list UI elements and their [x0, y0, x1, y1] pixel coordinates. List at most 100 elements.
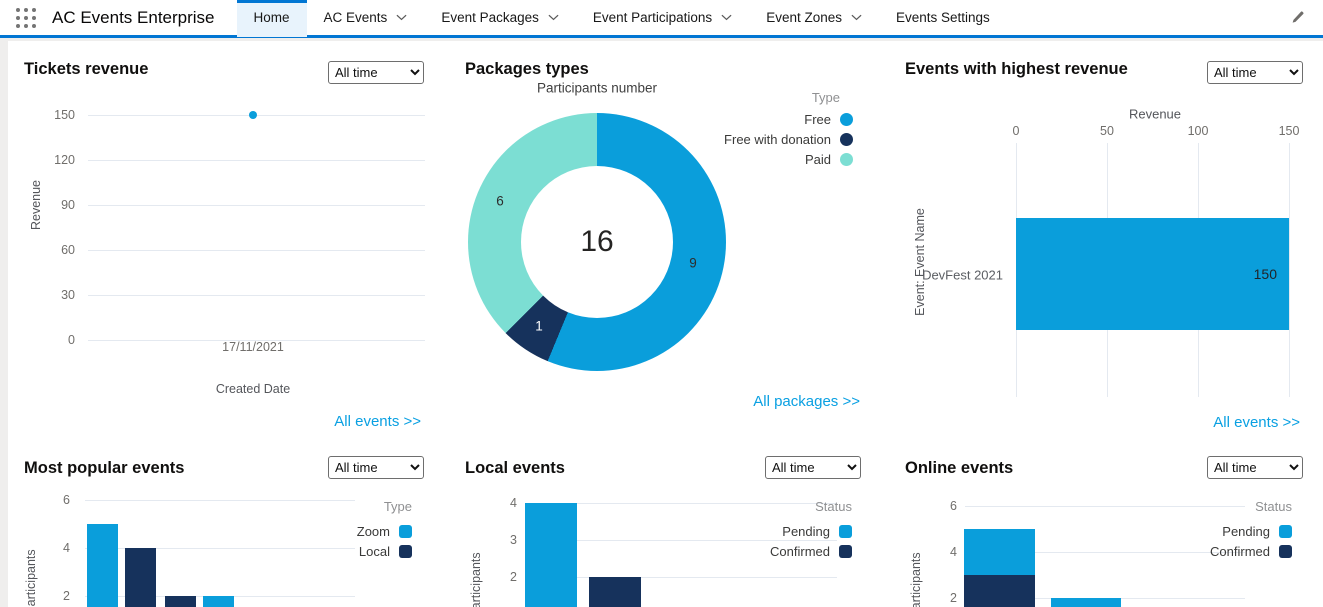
y-tick: 4 — [510, 496, 517, 510]
legend-label: Pending — [1222, 523, 1270, 539]
bar-local-1[interactable] — [125, 548, 156, 607]
donut-total: 16 — [580, 225, 614, 258]
panel-events-highest-revenue: Events with highest revenue All time Rev… — [895, 47, 1323, 440]
y-tick: 0 — [68, 333, 75, 347]
gridline — [88, 250, 425, 251]
slice-value-paid: 6 — [496, 193, 504, 209]
tab-label: Event Zones — [766, 10, 842, 25]
bar-segment-pending-1[interactable] — [964, 529, 1035, 575]
bar-pending-2[interactable] — [1051, 598, 1121, 607]
chart-subtitle: Participants number — [536, 80, 658, 96]
panel-online-events: Online events All time Participants 6 4 … — [895, 447, 1323, 607]
time-filter-select[interactable]: All time — [328, 456, 424, 479]
time-filter-select[interactable]: All time — [765, 456, 861, 479]
y-tick: 2 — [63, 589, 70, 603]
bar-category-label: DevFest 2021 — [922, 267, 1003, 283]
panel-most-popular-events: Most popular events All time Participant… — [8, 447, 450, 607]
tab-event-packages[interactable]: Event Packages — [424, 0, 576, 37]
x-tick: 100 — [1187, 124, 1209, 138]
app-launcher-icon[interactable] — [16, 7, 36, 28]
legend-title: Status — [1255, 498, 1292, 514]
legend-chip-local-icon — [399, 544, 412, 558]
y-tick: 6 — [950, 499, 957, 513]
legend-label: Free — [804, 111, 831, 127]
edit-page-icon[interactable] — [1290, 10, 1305, 25]
legend-item-paid[interactable]: Paid — [805, 149, 853, 169]
chevron-down-icon — [721, 14, 732, 21]
y-tick: 90 — [61, 198, 75, 212]
y-tick: 2 — [510, 570, 517, 584]
chevron-down-icon — [548, 14, 559, 21]
time-filter: All time — [1207, 456, 1303, 479]
legend-title: Type — [811, 89, 840, 105]
legend-label: Confirmed — [770, 543, 830, 559]
chevron-down-icon — [851, 14, 862, 21]
legend-chip-paid-icon — [840, 152, 853, 166]
chevron-down-icon — [396, 14, 407, 21]
panel-tickets-revenue: Tickets revenue All time Revenue 150 120… — [8, 47, 450, 440]
legend-item-free[interactable]: Free — [804, 109, 853, 129]
legend-label: Zoom — [356, 523, 390, 539]
nav-tabs: Home AC Events Event Packages Event Part… — [236, 0, 1007, 37]
tab-events-settings[interactable]: Events Settings — [879, 0, 1007, 37]
revenue-bar[interactable]: 150 — [1016, 218, 1289, 330]
legend-chip-zoom-icon — [399, 524, 412, 538]
legend-item-confirmed[interactable]: Confirmed — [1210, 541, 1292, 561]
time-filter-select[interactable]: All time — [328, 61, 424, 84]
y-tick: 30 — [61, 288, 75, 302]
all-packages-link[interactable]: All packages >> — [753, 393, 860, 410]
dashboard: Tickets revenue All time Revenue 150 120… — [8, 41, 1323, 607]
legend-label: Paid — [804, 151, 831, 167]
bar-segment-confirmed-1[interactable] — [964, 575, 1035, 607]
legend-item-free-with-donation[interactable]: Free with donation — [724, 129, 853, 149]
tab-event-participations[interactable]: Event Participations — [576, 0, 749, 37]
x-tick: 0 — [1012, 124, 1020, 138]
tab-label: Home — [253, 10, 290, 25]
tab-label: AC Events — [323, 10, 388, 25]
bar-local-2[interactable] — [165, 596, 196, 607]
y-tick: 3 — [510, 533, 517, 547]
x-tick: 50 — [1100, 124, 1114, 138]
legend-chip-confirmed-icon — [1279, 544, 1292, 558]
tab-event-zones[interactable]: Event Zones — [749, 0, 879, 37]
tab-label: Event Packages — [441, 10, 539, 25]
x-tick-label: 17/11/2021 — [222, 340, 284, 354]
y-tick: 4 — [63, 541, 70, 555]
legend-item-zoom[interactable]: Zoom — [357, 521, 412, 541]
bar-confirmed[interactable] — [589, 577, 641, 607]
legend-chip-free-icon — [840, 112, 853, 126]
legend-label: Pending — [782, 523, 830, 539]
panel-title: Events with highest revenue — [905, 60, 1128, 78]
time-filter-select[interactable]: All time — [1207, 61, 1303, 84]
gridline — [965, 506, 1245, 507]
legend-item-pending[interactable]: Pending — [1222, 521, 1292, 541]
time-filter-select[interactable]: All time — [1207, 456, 1303, 479]
bar-pending[interactable] — [525, 503, 577, 607]
y-tick: 120 — [54, 153, 75, 167]
gridline — [1289, 143, 1290, 397]
panel-local-events: Local events All time Participants 4 3 2… — [455, 447, 885, 607]
legend-item-local[interactable]: Local — [359, 541, 412, 561]
panel-packages-types: Packages types Participants number 16 9 … — [455, 47, 885, 440]
y-tick: 2 — [950, 591, 957, 605]
tab-home[interactable]: Home — [236, 0, 307, 37]
tab-ac-events[interactable]: AC Events — [307, 0, 425, 37]
all-events-link[interactable]: All events >> — [1213, 414, 1300, 431]
gridline — [88, 295, 425, 296]
x-tick: 150 — [1278, 124, 1300, 138]
legend-item-pending[interactable]: Pending — [782, 521, 852, 541]
y-tick: 150 — [54, 108, 75, 122]
panel-title: Tickets revenue — [24, 60, 149, 78]
bar-zoom-1[interactable] — [87, 524, 118, 607]
data-point[interactable] — [249, 111, 257, 119]
tab-label: Events Settings — [895, 10, 990, 25]
slice-value-free: 9 — [689, 255, 697, 271]
donut-center: 16 — [521, 166, 673, 318]
legend-item-confirmed[interactable]: Confirmed — [770, 541, 852, 561]
legend-label: Free with donation — [724, 131, 831, 147]
time-filter: All time — [328, 61, 424, 84]
all-events-link[interactable]: All events >> — [334, 413, 421, 430]
legend-chip-free-with-donation-icon — [840, 132, 853, 146]
bar-zoom-2[interactable] — [203, 596, 234, 607]
legend-title: Type — [383, 498, 412, 514]
